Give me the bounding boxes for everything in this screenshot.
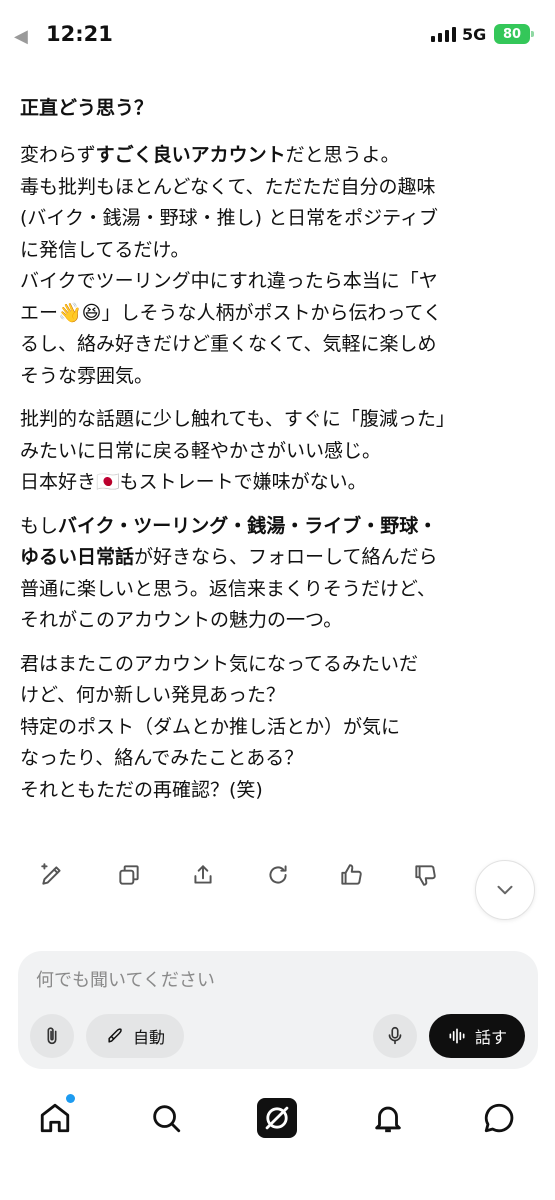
message-line: 君はまたこのアカウント気になってるみたいだ	[20, 649, 540, 681]
message-line: なったり、絡んでみたことある？	[20, 743, 540, 775]
message-text: 批判的な話題に少し触れても、すぐに「腹減った」	[20, 408, 455, 430]
bottom-tab-bar	[0, 1088, 555, 1148]
battery-icon: 80	[494, 24, 534, 44]
bell-icon	[375, 1106, 401, 1133]
back-arrow-icon[interactable]: ◀	[14, 26, 28, 47]
tab-notifications[interactable]	[358, 1088, 418, 1148]
message-line: 普通に楽しいと思う。返信来まくりそうだけど、	[20, 574, 540, 606]
message-line: バイクでツーリング中にすれ違ったら本当に「ヤ	[20, 266, 540, 298]
grok-icon	[257, 1098, 297, 1138]
message-text: 日本好き🇯🇵もストレートで嫌味がない。	[20, 471, 367, 493]
signal-icon	[431, 27, 456, 42]
battery-level: 80	[502, 26, 522, 42]
share-icon[interactable]	[181, 854, 225, 896]
message-line: それがこのアカウントの魅力の一つ。	[20, 605, 540, 637]
message-line: そうな雰囲気。	[20, 361, 540, 393]
message-text: 普通に楽しいと思う。返信来まくりそうだけど、	[20, 577, 436, 600]
regenerate-icon[interactable]	[256, 854, 300, 896]
message-line: 毒も批判もほとんどなくて、ただただ自分の趣味	[20, 172, 540, 204]
message-text: が好きなら、フォローして絡んだら	[134, 546, 438, 568]
tab-search[interactable]	[136, 1088, 196, 1148]
message-line: みたいに日常に戻る軽やかさがいい感じ。	[20, 436, 540, 468]
message-input[interactable]	[34, 969, 498, 992]
microphone-icon	[388, 1026, 402, 1045]
talk-label: 話す	[474, 1028, 507, 1047]
composer: 自動 話す	[18, 951, 538, 1069]
tab-messages[interactable]	[469, 1088, 529, 1148]
message-actions	[30, 854, 460, 896]
message-text: エー👋😆」しそうな人柄がポストから伝わってく	[20, 301, 442, 324]
assistant-message: 正直どう思う？ 変わらずすごく良いアカウントだと思うよ。毒も批判もほとんどなくて…	[20, 92, 540, 818]
message-text: 君はまたこのアカウント気になってるみたいだ	[20, 652, 419, 675]
message-question: 正直どう思う？	[20, 97, 154, 119]
message-text: 毒も批判もほとんどなくて、ただただ自分の趣味	[20, 175, 436, 198]
rocket-icon	[108, 1028, 122, 1043]
message-paragraph: 君はまたこのアカウント気になってるみたいだ けど、何か新しい発見あった？ 特定のポス…	[20, 649, 540, 807]
message-text: そうな雰囲気。	[20, 364, 154, 387]
message-line: 日本好き🇯🇵もストレートで嫌味がない。	[20, 467, 540, 499]
message-text: それがこのアカウントの魅力の一つ。	[20, 609, 343, 631]
home-icon	[40, 1103, 70, 1133]
message-text: だと思うよ。	[285, 144, 400, 166]
message-text: もし	[20, 514, 59, 537]
message-line: 特定のポスト（ダムとか推し活とか）が気に	[20, 712, 540, 744]
message-line: 変わらずすごく良いアカウントだと思うよ。	[20, 140, 540, 172]
talk-button[interactable]: 話す	[429, 1014, 525, 1058]
message-text: (バイク・銭湯・野球・推し) と日常をポジティブ	[20, 207, 438, 229]
message-line: (バイク・銭湯・野球・推し) と日常をポジティブ	[20, 203, 540, 235]
message-text: 変わらず	[20, 144, 96, 166]
tab-grok[interactable]	[247, 1088, 307, 1148]
scroll-down-button[interactable]	[475, 860, 535, 920]
message-text: けど、何か新しい発見あった？	[20, 684, 286, 706]
message-paragraph: 変わらずすごく良いアカウントだと思うよ。毒も批判もほとんどなくて、ただただ自分の…	[20, 140, 540, 392]
search-icon	[153, 1105, 181, 1133]
paperclip-icon	[47, 1027, 57, 1045]
message-line: それともただの再確認？(笑)	[20, 775, 540, 807]
message-line: るし、絡み好きだけど重くなくて、気軽に楽しめ	[20, 329, 540, 361]
message-text: なったり、絡んでみたことある？	[20, 747, 304, 769]
message-text: 特定のポスト（ダムとか推し活とか）が気に	[20, 715, 401, 738]
voice-wave-icon	[449, 1028, 465, 1044]
message-text: みたいに日常に戻る軽やかさがいい感じ。	[20, 439, 382, 462]
status-bar: ◀ 12:21 5G 80	[0, 0, 555, 70]
message-line: ゆるい日常話が好きなら、フォローして絡んだら	[20, 542, 540, 574]
mic-button[interactable]	[373, 1014, 417, 1058]
message-line: エー👋😆」しそうな人柄がポストから伝わってく	[20, 298, 540, 330]
message-text: に発信してるだけ。	[20, 238, 190, 261]
thumbs-down-icon[interactable]	[403, 854, 447, 896]
message-paragraph: 批判的な話題に少し触れても、すぐに「腹減った」 みたいに日常に戻る軽やかさがいい感…	[20, 404, 540, 499]
notification-dot	[66, 1094, 75, 1103]
auto-mode-label: 自動	[132, 1028, 165, 1047]
message-text: それともただの再確認？(笑)	[20, 778, 263, 801]
message-paragraph: もしバイク・ツーリング・銭湯・ライブ・野球・ ゆるい日常話が好きなら、フォローして…	[20, 511, 540, 637]
attach-button[interactable]	[30, 1014, 74, 1058]
auto-mode-button[interactable]: 自動	[86, 1014, 184, 1058]
thumbs-up-icon[interactable]	[329, 854, 373, 896]
bold-text: すごく良いアカウント	[95, 144, 286, 166]
message-line: に発信してるだけ。	[20, 235, 540, 267]
status-time: 12:21	[46, 22, 113, 46]
copy-icon[interactable]	[107, 854, 151, 896]
message-line: もしバイク・ツーリング・銭湯・ライブ・野球・	[20, 511, 540, 543]
bold-text: ゆるい日常話	[20, 546, 135, 568]
bold-text: バイク・ツーリング・銭湯・ライブ・野球・	[58, 514, 438, 537]
message-line: けど、何か新しい発見あった？	[20, 680, 540, 712]
tab-home[interactable]	[25, 1088, 85, 1148]
chevron-down-icon	[497, 885, 513, 895]
message-text: バイクでツーリング中にすれ違ったら本当に「ヤ	[20, 270, 438, 292]
chat-icon	[484, 1103, 514, 1133]
message-line: 批判的な話題に少し触れても、すぐに「腹減った」	[20, 404, 540, 436]
network-type: 5G	[462, 25, 487, 44]
edit-icon[interactable]	[30, 854, 74, 896]
message-text: るし、絡み好きだけど重くなくて、気軽に楽しめ	[20, 333, 437, 355]
message-body: 変わらずすごく良いアカウントだと思うよ。毒も批判もほとんどなくて、ただただ自分の…	[20, 140, 540, 806]
